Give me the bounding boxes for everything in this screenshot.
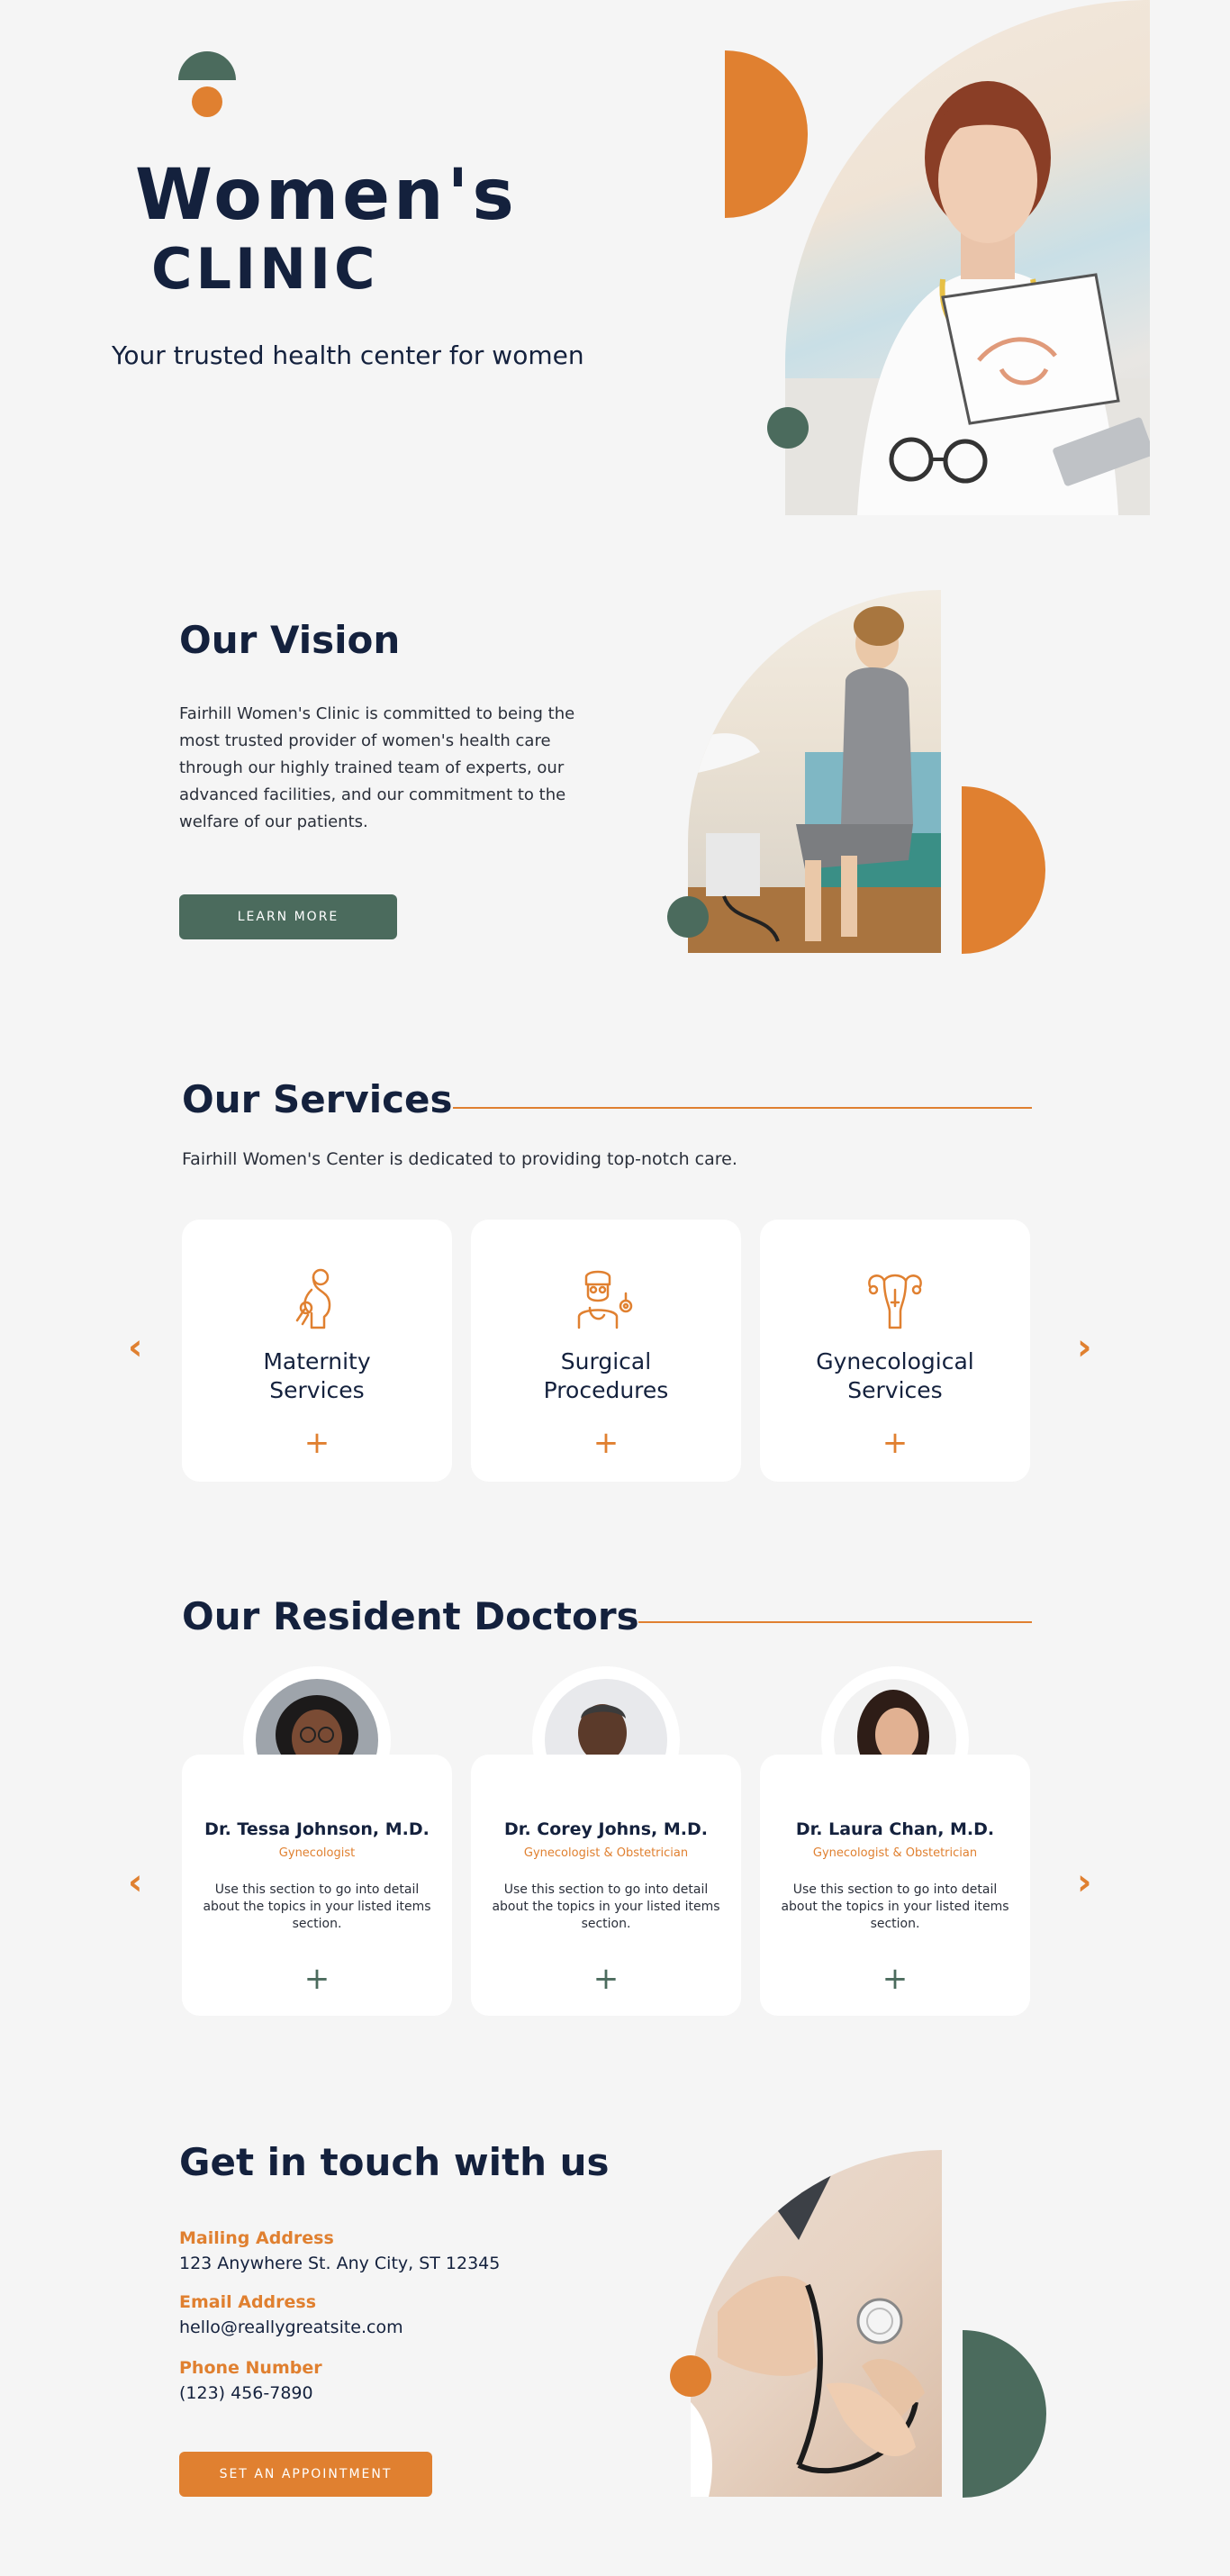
pregnant-woman-icon — [295, 1268, 331, 1329]
doctors-heading: Our Resident Doctors — [182, 1594, 639, 1638]
services-intro: Fairhill Women's Center is dedicated to … — [182, 1149, 737, 1169]
uterus-icon — [868, 1274, 922, 1329]
learn-more-button[interactable]: LEARN MORE — [179, 894, 397, 939]
vision-heading: Our Vision — [179, 618, 401, 662]
doctor-card-laura-chan[interactable]: Dr. Laura Chan, M.D. Gynecologist & Obst… — [760, 1755, 1030, 2016]
vision-photo-illustration — [688, 606, 941, 953]
email-address-label: Email Address — [179, 2292, 317, 2312]
expand-plus-icon[interactable]: + — [304, 1964, 330, 1994]
doctor-description: Use this section to go into detail about… — [492, 1882, 720, 1931]
mailing-address-value: 123 Anywhere St. Any City, ST 12345 — [179, 2254, 501, 2273]
service-card-surgical[interactable]: Surgical Procedures + — [471, 1220, 741, 1482]
contact-heading: Get in touch with us — [179, 2140, 610, 2184]
service-card-maternity[interactable]: Maternity Services + — [182, 1220, 452, 1482]
contact-orange-dot — [670, 2355, 711, 2397]
service-name: Surgical Procedures — [543, 1348, 669, 1403]
service-name: Gynecological Services — [816, 1348, 974, 1403]
doctor-card-tessa-johnson[interactable]: Dr. Tessa Johnson, M.D. Gynecologist Use… — [182, 1755, 452, 2016]
doctors-divider — [638, 1621, 1032, 1623]
logo-mark-top — [178, 51, 236, 80]
mailing-address-label: Mailing Address — [179, 2228, 334, 2248]
services-prev-arrow[interactable]: ‹ — [128, 1329, 142, 1365]
logo-mark-dot — [192, 86, 222, 117]
hero-photo-illustration — [785, 81, 1150, 515]
contact-green-half-circle — [963, 2330, 1046, 2498]
doctor-description: Use this section to go into detail about… — [781, 1882, 1009, 1931]
phone-number-value[interactable]: (123) 456-7890 — [179, 2383, 313, 2403]
email-address-value[interactable]: hello@reallygreatsite.com — [179, 2317, 403, 2337]
doctors-next-arrow[interactable]: › — [1077, 1864, 1091, 1900]
contact-photo-illustration — [691, 2150, 925, 2497]
expand-plus-icon[interactable]: + — [882, 1428, 909, 1458]
service-name: Maternity Services — [263, 1348, 371, 1403]
surgeon-icon — [577, 1270, 633, 1329]
doctors-prev-arrow[interactable]: ‹ — [128, 1864, 142, 1900]
hero-green-dot — [767, 407, 809, 449]
services-divider — [453, 1107, 1032, 1109]
contact-blood-pressure-photo — [691, 2150, 942, 2497]
doctor-description: Use this section to go into detail about… — [203, 1882, 431, 1931]
service-card-gynecological[interactable]: Gynecological Services + — [760, 1220, 1030, 1482]
doctor-name: Dr. Tessa Johnson, M.D. — [204, 1819, 430, 1839]
expand-plus-icon[interactable]: + — [304, 1428, 330, 1458]
vision-body: Fairhill Women's Clinic is committed to … — [179, 704, 575, 831]
doctor-role: Gynecologist — [278, 1846, 356, 1860]
doctor-role: Gynecologist & Obstetrician — [523, 1846, 689, 1860]
doctor-name: Dr. Corey Johns, M.D. — [504, 1819, 708, 1839]
expand-plus-icon[interactable]: + — [882, 1964, 909, 1994]
doctor-name: Dr. Laura Chan, M.D. — [795, 1819, 995, 1839]
vision-patient-photo — [688, 590, 941, 953]
vision-green-dot — [667, 896, 709, 938]
hero-orange-half-circle — [725, 50, 808, 218]
vision-orange-half-circle — [962, 786, 1045, 954]
expand-plus-icon[interactable]: + — [593, 1964, 620, 1994]
hero-subtitle: CLINIC — [151, 236, 379, 302]
expand-plus-icon[interactable]: + — [593, 1428, 620, 1458]
hero-doctor-photo — [785, 0, 1150, 515]
services-heading: Our Services — [182, 1077, 453, 1121]
hero-tagline: Your trusted health center for women — [112, 340, 584, 370]
doctor-card-corey-johns[interactable]: Dr. Corey Johns, M.D. Gynecologist & Obs… — [471, 1755, 741, 2016]
hero-title: Women's — [135, 155, 518, 236]
doctor-role: Gynecologist & Obstetrician — [812, 1846, 978, 1860]
set-appointment-button[interactable]: SET AN APPOINTMENT — [179, 2452, 432, 2497]
services-next-arrow[interactable]: › — [1077, 1329, 1091, 1365]
phone-number-label: Phone Number — [179, 2358, 322, 2378]
